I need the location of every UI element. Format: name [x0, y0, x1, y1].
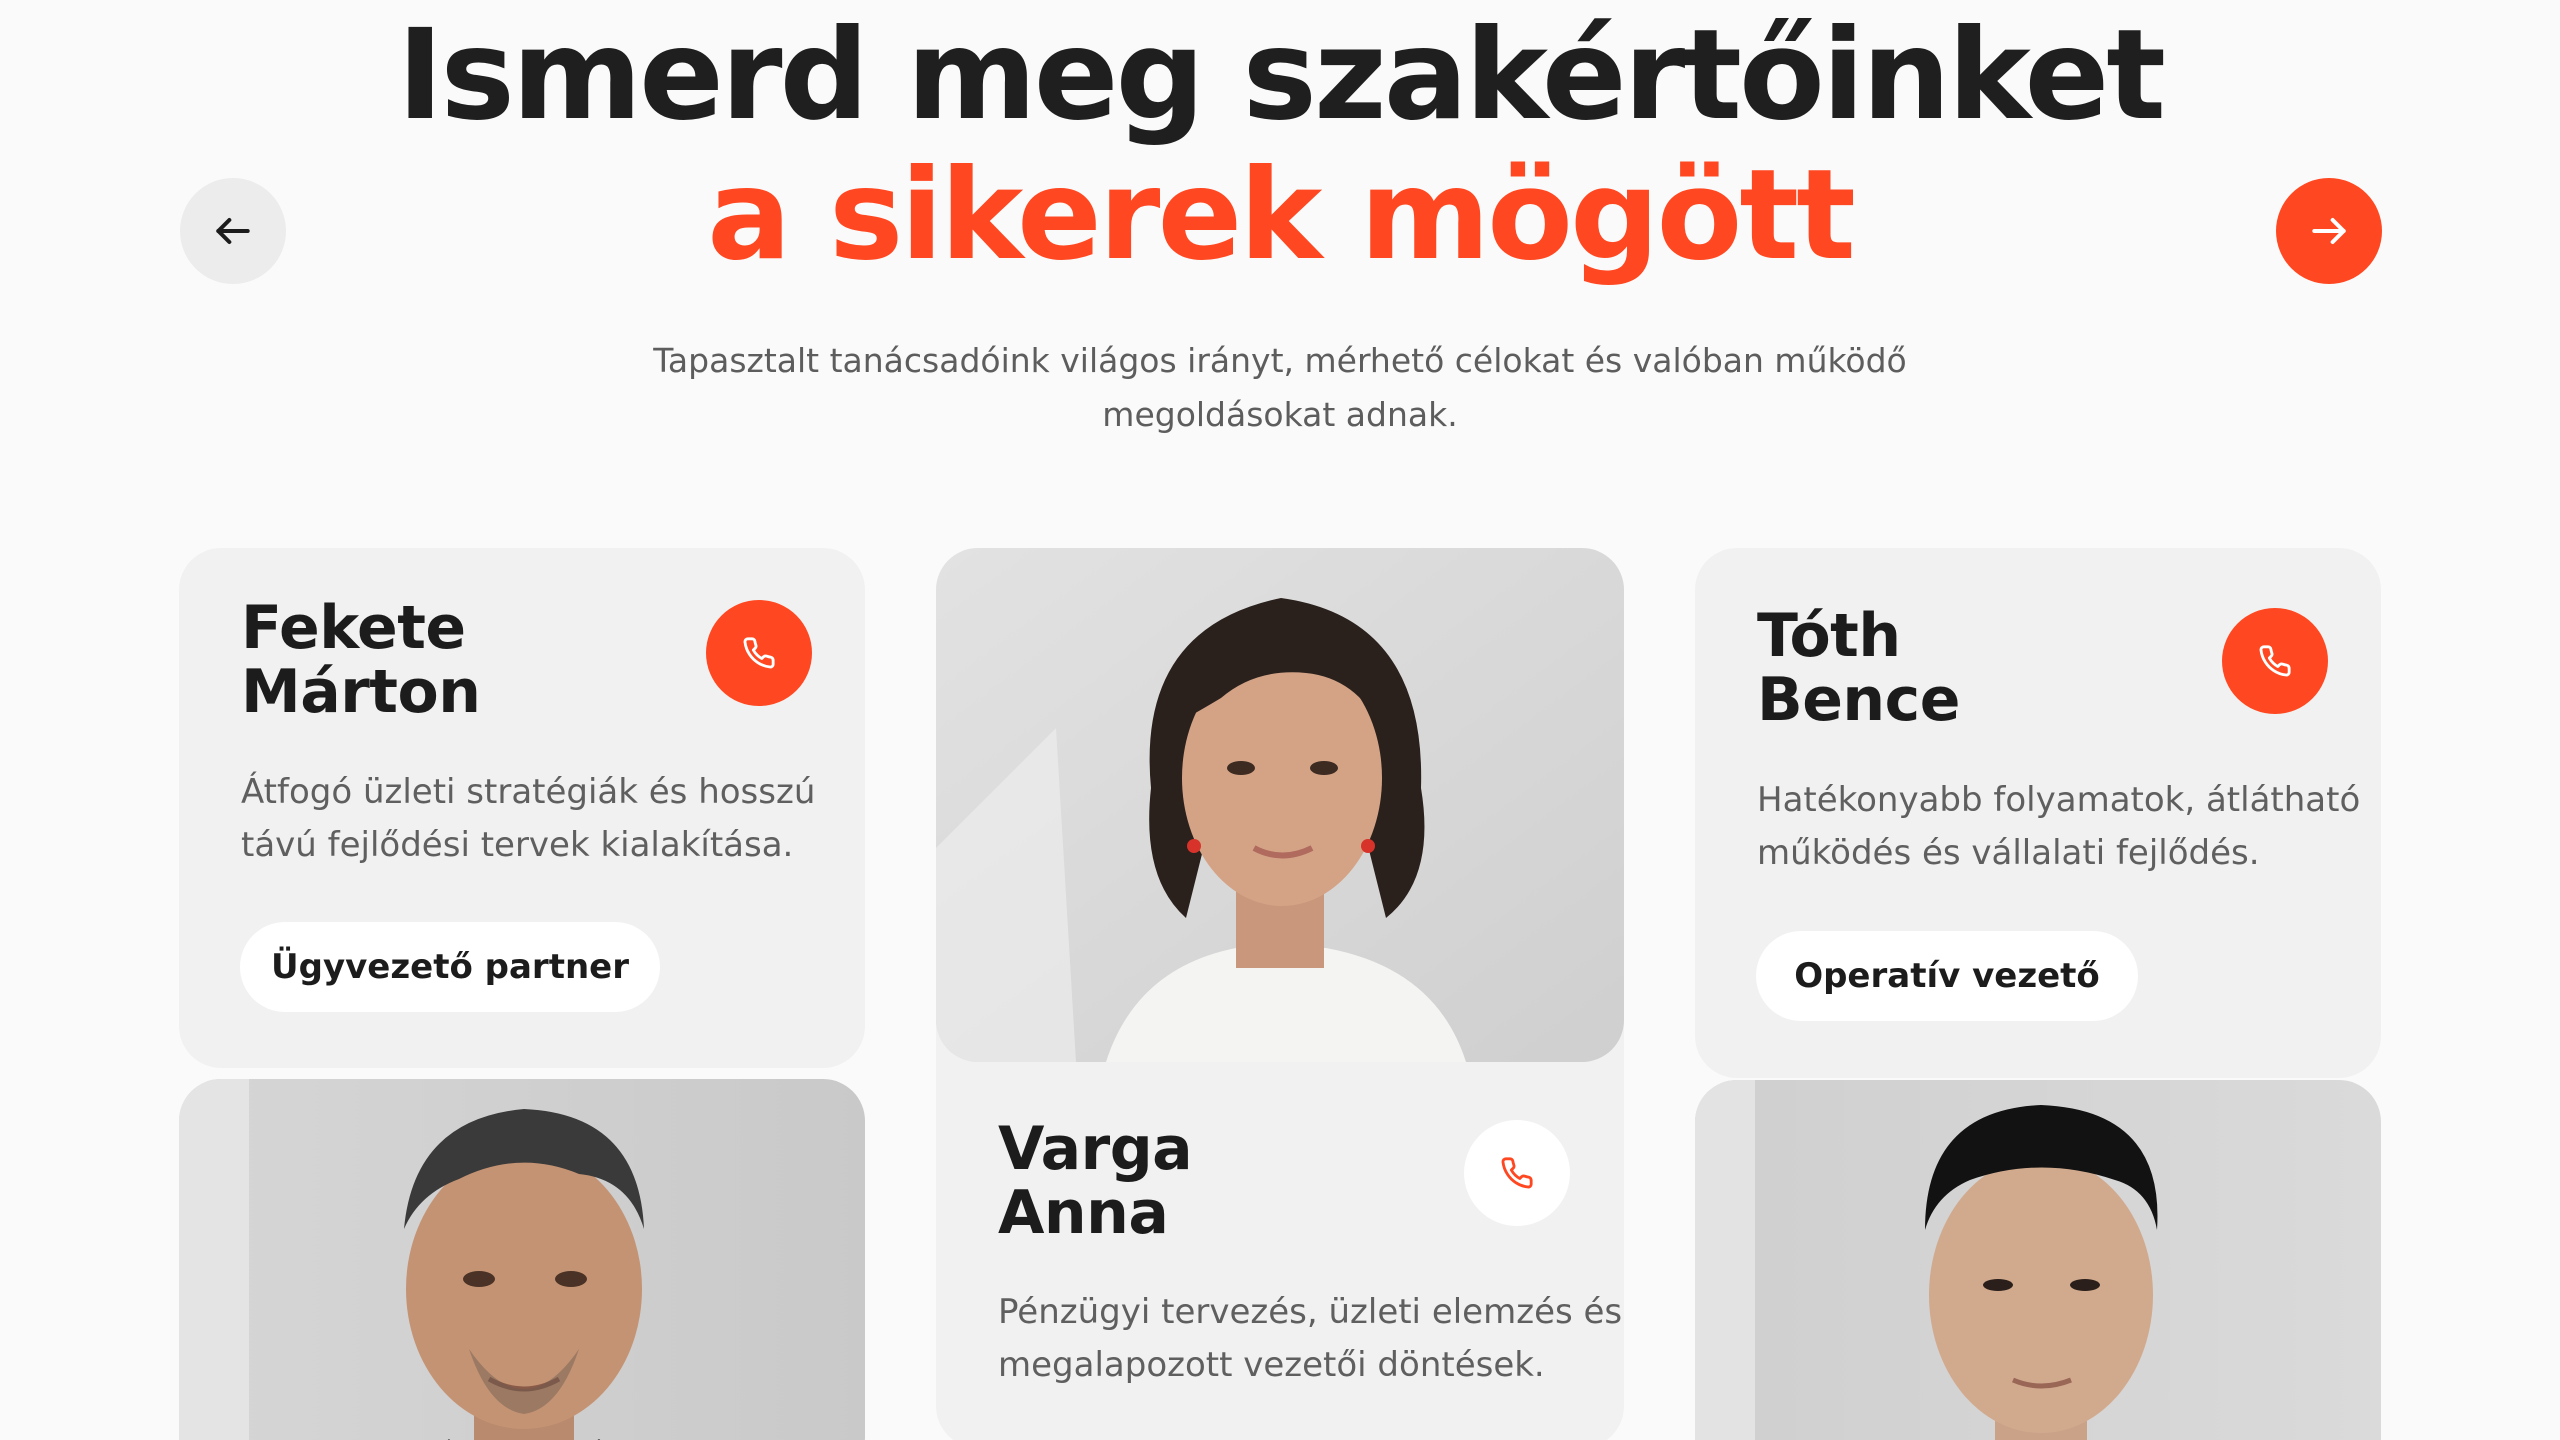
phone-icon	[1501, 1157, 1533, 1189]
experts-section: Ismerd meg szakértőinket a sikerek mögöt…	[0, 0, 2560, 1440]
section-title-accent: a sikerek mögött	[707, 143, 1856, 288]
role-badge: Operatív vezető	[1756, 931, 2138, 1021]
arrow-left-icon	[216, 217, 250, 245]
phone-icon	[2259, 645, 2291, 677]
expert-name: Varga Anna	[998, 1114, 1193, 1248]
subtitle-line: megoldásokat adnak.	[1102, 395, 1458, 434]
description-line: működés és vállalati fejlődés.	[1757, 833, 2260, 873]
expert-card-fekete-marton: Fekete Márton Átfogó üzleti stratégiák é…	[179, 548, 865, 1068]
description-line: távú fejlődési tervek kialakítása.	[241, 825, 794, 865]
expert-last-name: Anna	[998, 1178, 1169, 1248]
call-button[interactable]	[706, 600, 812, 706]
description-line: Hatékonyabb folyamatok, átlátható	[1757, 780, 2361, 820]
description-line: megalapozott vezetői döntések.	[998, 1345, 1545, 1385]
call-button[interactable]	[2222, 608, 2328, 714]
carousel-next-button[interactable]	[2276, 178, 2382, 284]
expert-photo-toth-bence	[1695, 1080, 2381, 1440]
expert-card-toth-bence: Tóth Bence Hatékonyabb folyamatok, átlát…	[1695, 548, 2381, 1078]
arrow-right-icon	[2312, 217, 2346, 245]
expert-description: Átfogó üzleti stratégiák és hosszú távú …	[241, 766, 815, 872]
expert-last-name: Bence	[1757, 665, 1960, 735]
expert-last-name: Márton	[241, 657, 481, 727]
subtitle-line: Tapasztalt tanácsadóink világos irányt, …	[653, 341, 1907, 380]
expert-first-name: Varga	[998, 1114, 1193, 1184]
expert-description: Hatékonyabb folyamatok, átlátható működé…	[1757, 774, 2360, 880]
expert-description: Pénzügyi tervezés, üzleti elemzés és meg…	[998, 1286, 1622, 1392]
description-line: Átfogó üzleti stratégiák és hosszú	[241, 772, 816, 812]
section-title: Ismerd meg szakértőinket	[396, 3, 2166, 148]
carousel-prev-button[interactable]	[180, 178, 286, 284]
expert-name: Fekete Márton	[241, 593, 481, 727]
expert-photo-fekete-marton	[179, 1079, 865, 1440]
section-subtitle: Tapasztalt tanácsadóink világos irányt, …	[640, 334, 1920, 442]
expert-photo-varga-anna	[936, 548, 1624, 1062]
expert-name: Tóth Bence	[1757, 604, 1960, 732]
expert-first-name: Fekete	[241, 593, 466, 663]
call-button[interactable]	[1464, 1120, 1570, 1226]
role-badge: Ügyvezető partner	[240, 922, 660, 1012]
description-line: Pénzügyi tervezés, üzleti elemzés és	[998, 1292, 1623, 1332]
phone-icon	[743, 637, 775, 669]
expert-first-name: Tóth	[1757, 601, 1901, 671]
